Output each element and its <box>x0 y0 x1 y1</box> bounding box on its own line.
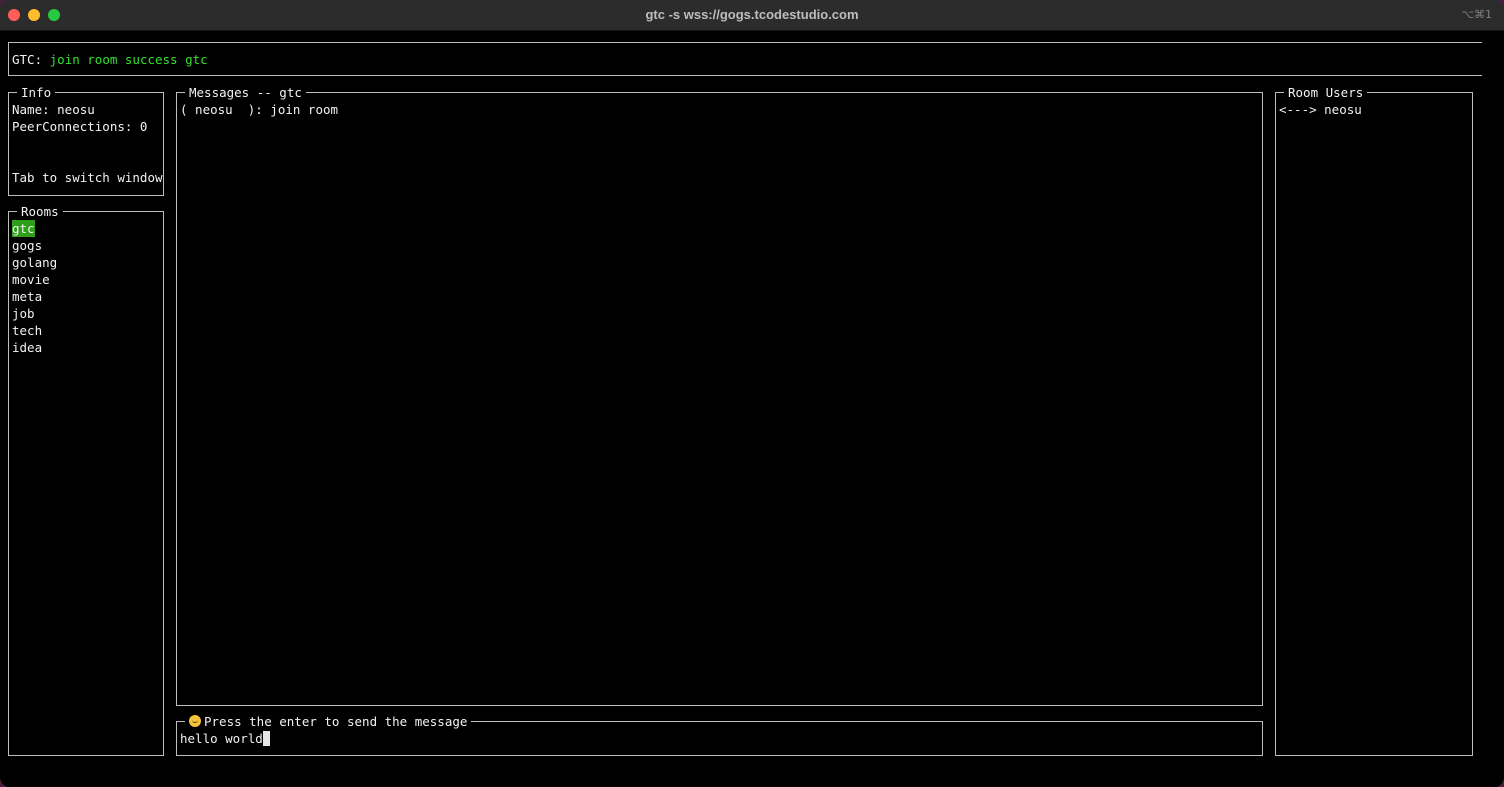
window-shortcut: ⌥⌘1 <box>1461 8 1492 21</box>
messages-panel[interactable]: Messages -- gtc ( neosu ): join room <box>176 84 1263 706</box>
room-users-title: Room Users <box>1284 84 1368 101</box>
room-item-movie[interactable]: movie <box>12 271 50 288</box>
room-item-job[interactable]: job <box>12 305 35 322</box>
status-prefix: GTC: <box>12 52 43 67</box>
status-bar: GTC: join room success gtc <box>8 42 1482 76</box>
room-user-item[interactable]: <---> neosu <box>1279 101 1362 118</box>
room-item-gtc[interactable]: gtc <box>12 220 35 237</box>
status-message: join room success gtc <box>49 52 208 67</box>
room-item-meta[interactable]: meta <box>12 288 42 305</box>
text-cursor <box>262 731 270 746</box>
room-users-panel[interactable]: Room Users <---> neosu <box>1275 84 1473 756</box>
window-title: gtc -s wss://gogs.tcodestudio.com <box>645 7 859 22</box>
room-item-gogs[interactable]: gogs <box>12 237 42 254</box>
message-input-panel[interactable]: Press the enter to send the message hell… <box>176 713 1263 756</box>
room-item-tech[interactable]: tech <box>12 322 42 339</box>
grinning-face-icon <box>189 715 201 727</box>
info-peer-connections: PeerConnections: 0 <box>12 119 148 134</box>
message-input-field[interactable]: hello world <box>180 730 270 747</box>
rooms-panel[interactable]: Rooms gtc gogs golang movie meta job tec… <box>8 203 164 756</box>
rooms-panel-title: Rooms <box>17 203 63 220</box>
message-input-value: hello world <box>180 731 263 746</box>
info-name: Name: neosu <box>12 102 95 117</box>
info-hint: Tab to switch window <box>12 170 163 185</box>
messages-panel-title: Messages -- gtc <box>185 84 306 101</box>
room-item-idea[interactable]: idea <box>12 339 42 356</box>
message-input-title: Press the enter to send the message <box>185 713 472 730</box>
room-item-golang[interactable]: golang <box>12 254 57 271</box>
message-line: ( neosu ): join room <box>180 102 339 117</box>
message-input-hint: Press the enter to send the message <box>204 714 468 729</box>
terminal-content[interactable]: GTC: join room success gtc Info Name: ne… <box>0 31 1504 787</box>
status-line: GTC: join room success gtc <box>12 51 208 68</box>
title-bar[interactable]: gtc -s wss://gogs.tcodestudio.com ⌥⌘1 <box>0 0 1504 31</box>
terminal-window: gtc -s wss://gogs.tcodestudio.com ⌥⌘1 GT… <box>0 0 1504 787</box>
info-panel[interactable]: Info Name: neosu PeerConnections: 0 Tab … <box>8 84 164 196</box>
info-panel-title: Info <box>17 84 56 101</box>
